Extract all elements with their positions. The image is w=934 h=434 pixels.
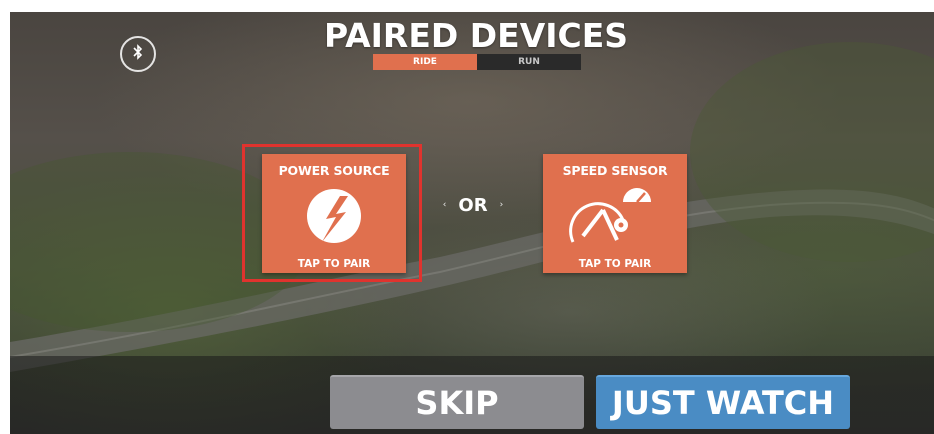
or-label: OR (458, 194, 488, 216)
chevron-right-icon: › (499, 200, 504, 210)
tab-run[interactable]: RUN (477, 54, 581, 70)
card-footer: TAP TO PAIR (297, 258, 371, 270)
or-separator: ‹ OR › (433, 192, 513, 218)
speed-sensor-card[interactable]: SPEED SENSOR TAP TO PAIR (543, 154, 687, 273)
pairing-screen: PAIRED DEVICES RIDE RUN POWER SOURCE TAP… (10, 12, 934, 434)
card-footer: TAP TO PAIR (578, 258, 652, 270)
page-title: PAIRED DEVICES (323, 16, 629, 55)
card-title: POWER SOURCE (278, 163, 390, 178)
power-source-card[interactable]: POWER SOURCE TAP TO PAIR (262, 154, 406, 273)
card-title: SPEED SENSOR (562, 163, 668, 178)
chevron-left-icon: ‹ (442, 200, 447, 210)
sport-tabs: RIDE RUN (373, 54, 581, 70)
tab-ride[interactable]: RIDE (373, 54, 477, 70)
skip-button[interactable]: SKIP (330, 375, 584, 429)
just-watch-button[interactable]: JUST WATCH (596, 375, 850, 429)
